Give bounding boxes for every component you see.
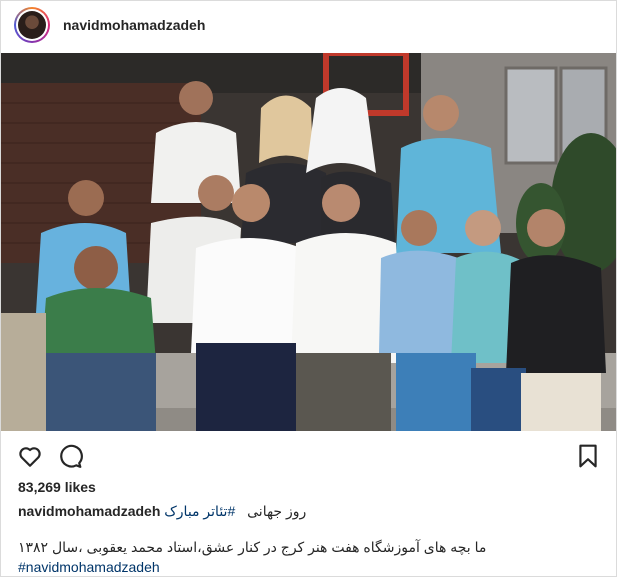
caption-hashtag-name[interactable]: #navidmohamadzadeh — [18, 559, 160, 575]
post-header: navidmohamadzadeh — [1, 1, 616, 53]
caption-line-1: navidmohamadzadeh #تئاتر مبارک روز جهانی — [18, 503, 306, 520]
comment-icon[interactable] — [57, 443, 83, 469]
instagram-post: navidmohamadzadeh 83,269 likes navidmoha… — [0, 0, 617, 577]
caption-text-1: روز جهانی — [247, 503, 307, 519]
caption-author[interactable]: navidmohamadzadeh — [18, 503, 160, 519]
like-count[interactable]: 83,269 likes — [18, 479, 96, 495]
post-username[interactable]: navidmohamadzadeh — [63, 17, 205, 33]
post-photo — [1, 53, 616, 431]
heart-icon[interactable] — [17, 443, 43, 469]
caption-line-2: ما بچه های آموزشگاه هفت هنر کرج در کنار … — [18, 539, 487, 555]
avatar-image — [18, 11, 46, 39]
bookmark-icon[interactable] — [575, 443, 601, 469]
caption-hashtag-theatre[interactable]: #تئاتر مبارک — [164, 503, 235, 519]
action-bar — [1, 437, 616, 477]
avatar[interactable] — [14, 7, 50, 43]
